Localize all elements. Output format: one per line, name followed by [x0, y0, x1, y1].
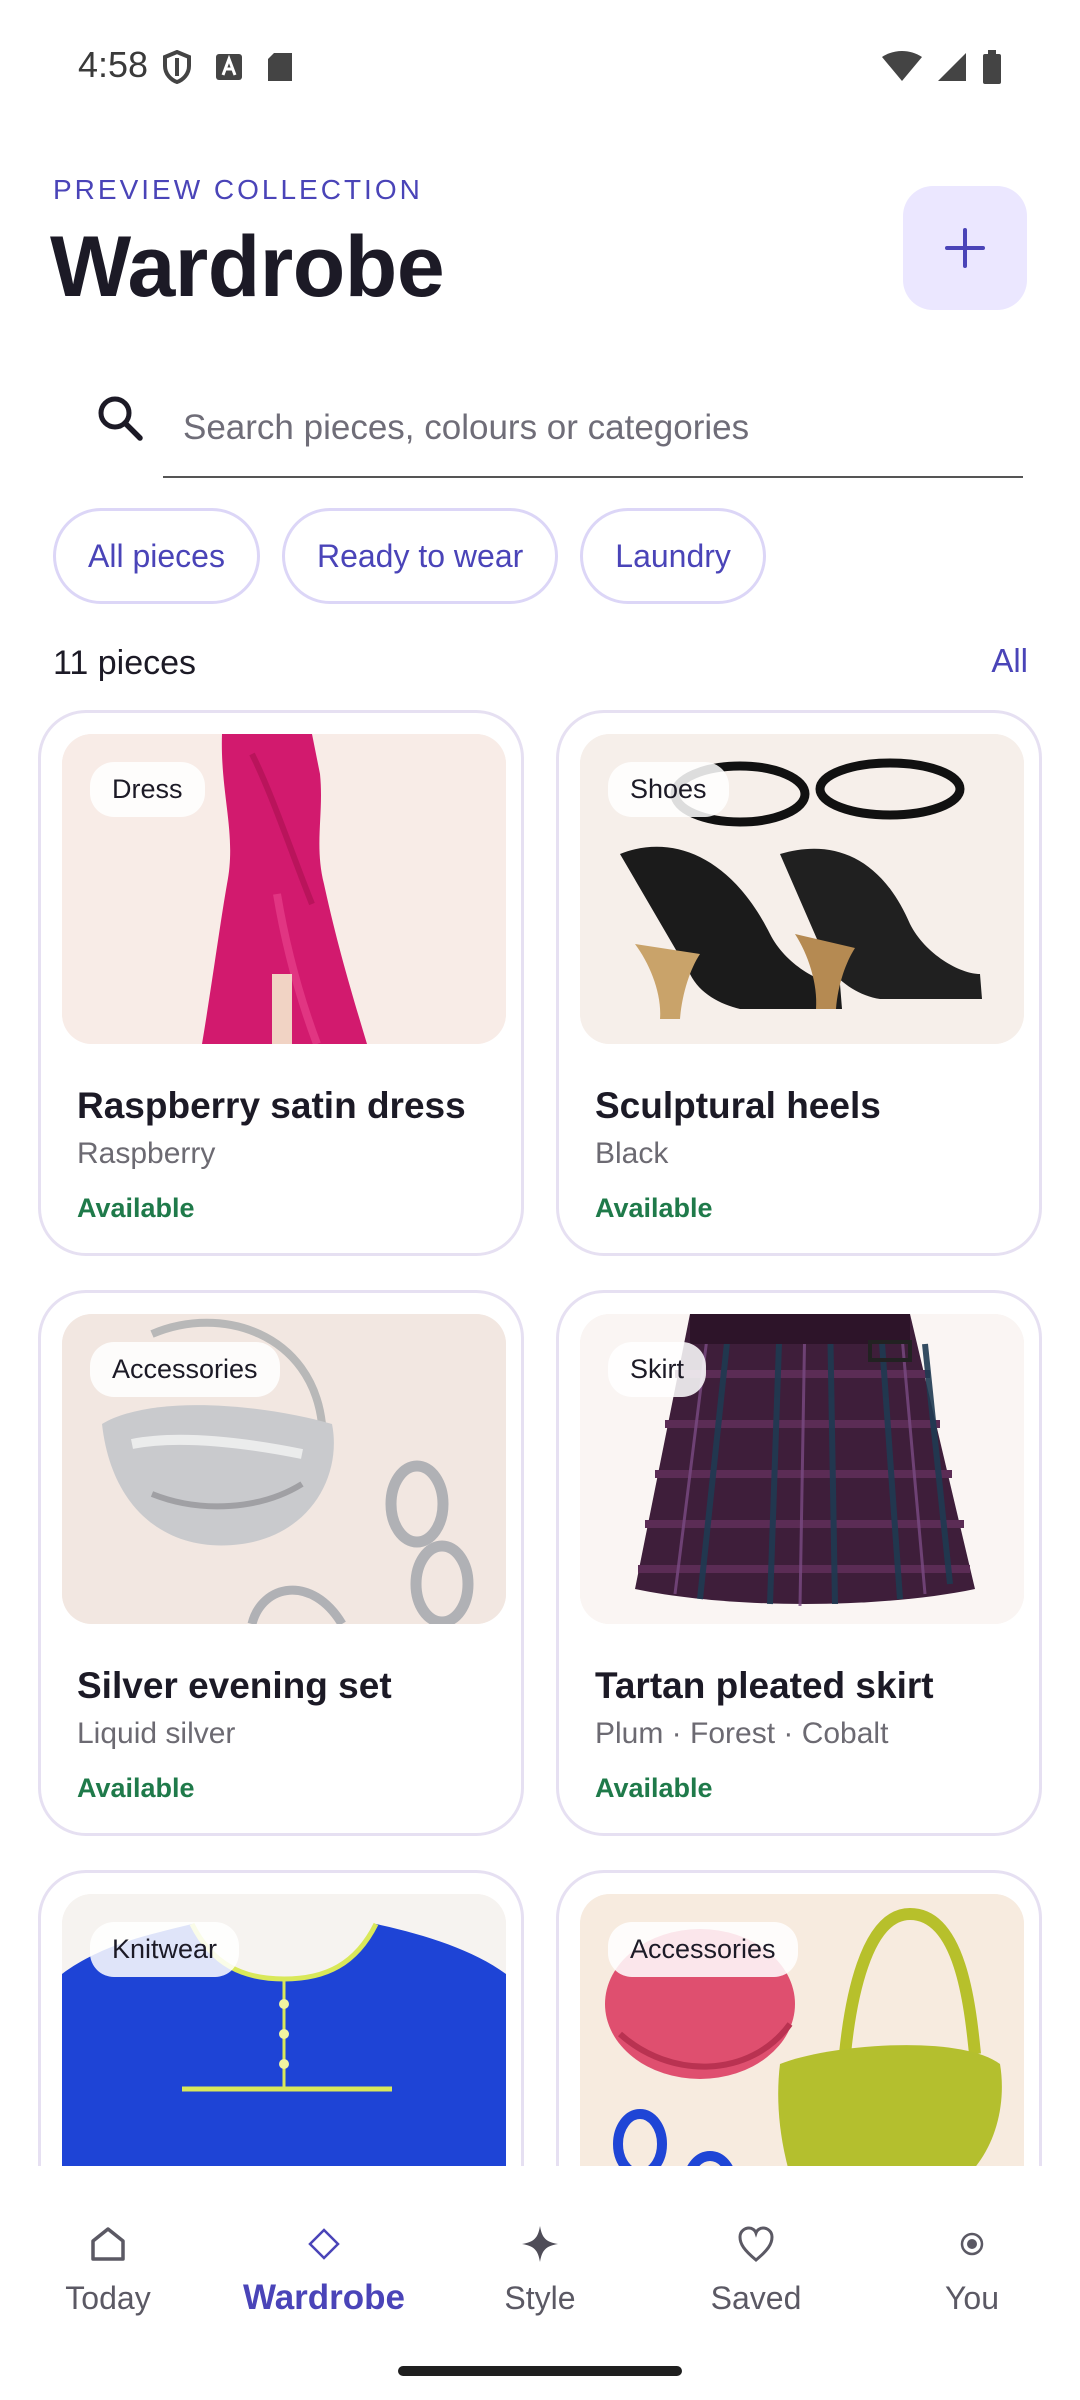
cellular-signal-icon — [938, 53, 966, 81]
search-icon — [98, 396, 143, 441]
nav-label: You — [945, 2280, 999, 2316]
item-status: Available — [77, 1773, 195, 1803]
wardrobe-card[interactable]: Accessories Silver evening set Liquid si… — [38, 1290, 524, 1836]
nav-item-saved[interactable]: Saved — [648, 2220, 864, 2317]
page-title: Wardrobe — [50, 219, 445, 315]
category-badge: Accessories — [608, 1922, 798, 1977]
item-title: Silver evening set — [77, 1665, 392, 1706]
filter-chips: All pieces Ready to wear Laundry — [53, 508, 766, 604]
nav-label: Style — [504, 2280, 576, 2316]
nav-item-you[interactable]: You — [864, 2220, 1080, 2317]
item-colour: Plum · Forest · Cobalt — [595, 1717, 889, 1750]
nav-item-today[interactable]: Today — [0, 2220, 216, 2317]
wifi-icon — [882, 51, 922, 81]
wardrobe-card[interactable]: Dress Raspberry satin dress Raspberry Av… — [38, 710, 524, 1256]
category-badge: Shoes — [608, 762, 729, 817]
item-image: Dress — [62, 734, 506, 1044]
category-badge: Accessories — [90, 1342, 280, 1397]
collection-eyebrow: PREVIEW COLLECTION — [53, 174, 423, 205]
item-title: Raspberry satin dress — [77, 1085, 466, 1126]
add-item-button[interactable] — [903, 186, 1027, 310]
filter-chip-ready-to-wear[interactable]: Ready to wear — [281, 508, 559, 604]
item-colour: Liquid silver — [77, 1717, 236, 1750]
wardrobe-card[interactable]: Accessories — [556, 1870, 1042, 2166]
home-indicator[interactable] — [398, 2366, 682, 2376]
filter-chip-laundry[interactable]: Laundry — [580, 508, 766, 604]
item-status: Available — [595, 1773, 713, 1803]
wardrobe-card[interactable]: Knitwear — [38, 1870, 524, 2166]
item-image: Shoes — [580, 734, 1024, 1044]
filter-chip-all-pieces[interactable]: All pieces — [53, 508, 260, 604]
category-badge: Dress — [90, 762, 205, 817]
nav-label: Today — [65, 2280, 151, 2316]
wardrobe-card[interactable]: Shoes Sculptural heels Black Available — [556, 710, 1042, 1256]
bottom-navigation: Today Wardrobe Style Saved You — [0, 2166, 1080, 2400]
diamond-icon — [308, 2228, 340, 2260]
wardrobe-grid: Dress Raspberry satin dress Raspberry Av… — [38, 710, 1042, 2166]
item-image: Accessories — [62, 1314, 506, 1624]
status-time: 4:58 — [78, 44, 149, 85]
sd-card-icon — [268, 53, 292, 81]
item-image: Accessories — [580, 1894, 1024, 2166]
item-title: Sculptural heels — [595, 1085, 881, 1126]
nav-label: Saved — [710, 2280, 802, 2316]
nav-label: Wardrobe — [242, 2278, 406, 2317]
all-link[interactable]: All — [991, 642, 1028, 680]
nav-item-style[interactable]: Style — [432, 2220, 648, 2317]
item-count: 11 pieces — [53, 644, 197, 682]
heart-icon — [738, 2226, 774, 2262]
home-icon — [91, 2227, 125, 2261]
item-status: Available — [77, 1193, 195, 1223]
text-a-icon — [216, 54, 242, 80]
battery-icon — [983, 50, 1001, 84]
category-badge: Knitwear — [90, 1922, 240, 1977]
item-title: Tartan pleated skirt — [595, 1665, 934, 1706]
item-colour: Black — [595, 1137, 669, 1170]
nav-item-wardrobe[interactable]: Wardrobe — [216, 2220, 432, 2318]
item-colour: Raspberry — [77, 1137, 216, 1170]
sparkle-icon — [522, 2226, 558, 2262]
status-bar: 4:58 — [0, 0, 1080, 130]
item-image: Knitwear — [62, 1894, 506, 2166]
item-status: Available — [595, 1193, 713, 1223]
search-input[interactable] — [163, 380, 1023, 478]
category-badge: Skirt — [608, 1342, 706, 1397]
item-image: Skirt — [580, 1314, 1024, 1624]
profile-icon — [960, 2232, 984, 2256]
shield-icon — [163, 50, 191, 84]
wardrobe-card[interactable]: Skirt Tartan pleated skirt Plum · Forest… — [556, 1290, 1042, 1836]
plus-icon — [945, 228, 985, 268]
